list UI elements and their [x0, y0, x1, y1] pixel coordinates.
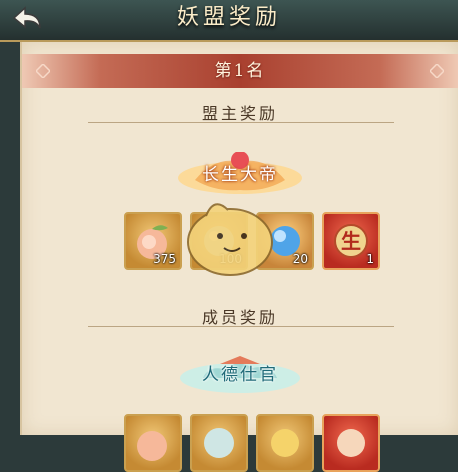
reward-item-jade-orb[interactable] [190, 414, 248, 472]
member-reward-heading: 成员奖励 [201, 308, 278, 327]
item-count: 20 [292, 252, 308, 266]
divider [88, 326, 394, 327]
reward-item-gold[interactable] [256, 414, 314, 472]
rank-label: 第1名 [214, 61, 266, 81]
reward-item-sheng-seal[interactable]: 生 1 [322, 212, 380, 270]
jade-orb-icon [204, 428, 234, 458]
mascot-character-icon [187, 203, 273, 276]
diamond-ornament-icon [430, 64, 444, 78]
red-item-icon [337, 429, 365, 457]
item-count: 1 [366, 252, 374, 266]
member-title-badge[interactable]: 人德仕官 [175, 352, 305, 398]
leader-reward-heading: 盟主奖励 [201, 104, 278, 123]
reward-item-peach[interactable]: 375 [124, 212, 182, 270]
gold-item-icon [271, 429, 299, 457]
reward-item-red[interactable] [322, 414, 380, 472]
divider [88, 122, 394, 123]
item-count: 375 [153, 252, 176, 266]
reward-item-peach[interactable] [124, 414, 182, 472]
peach-icon [137, 431, 167, 461]
page-title: 妖盟奖励 [176, 5, 281, 30]
member-title-text: 人德仕官 [202, 365, 278, 385]
rank-banner: 第1名 [22, 54, 458, 88]
